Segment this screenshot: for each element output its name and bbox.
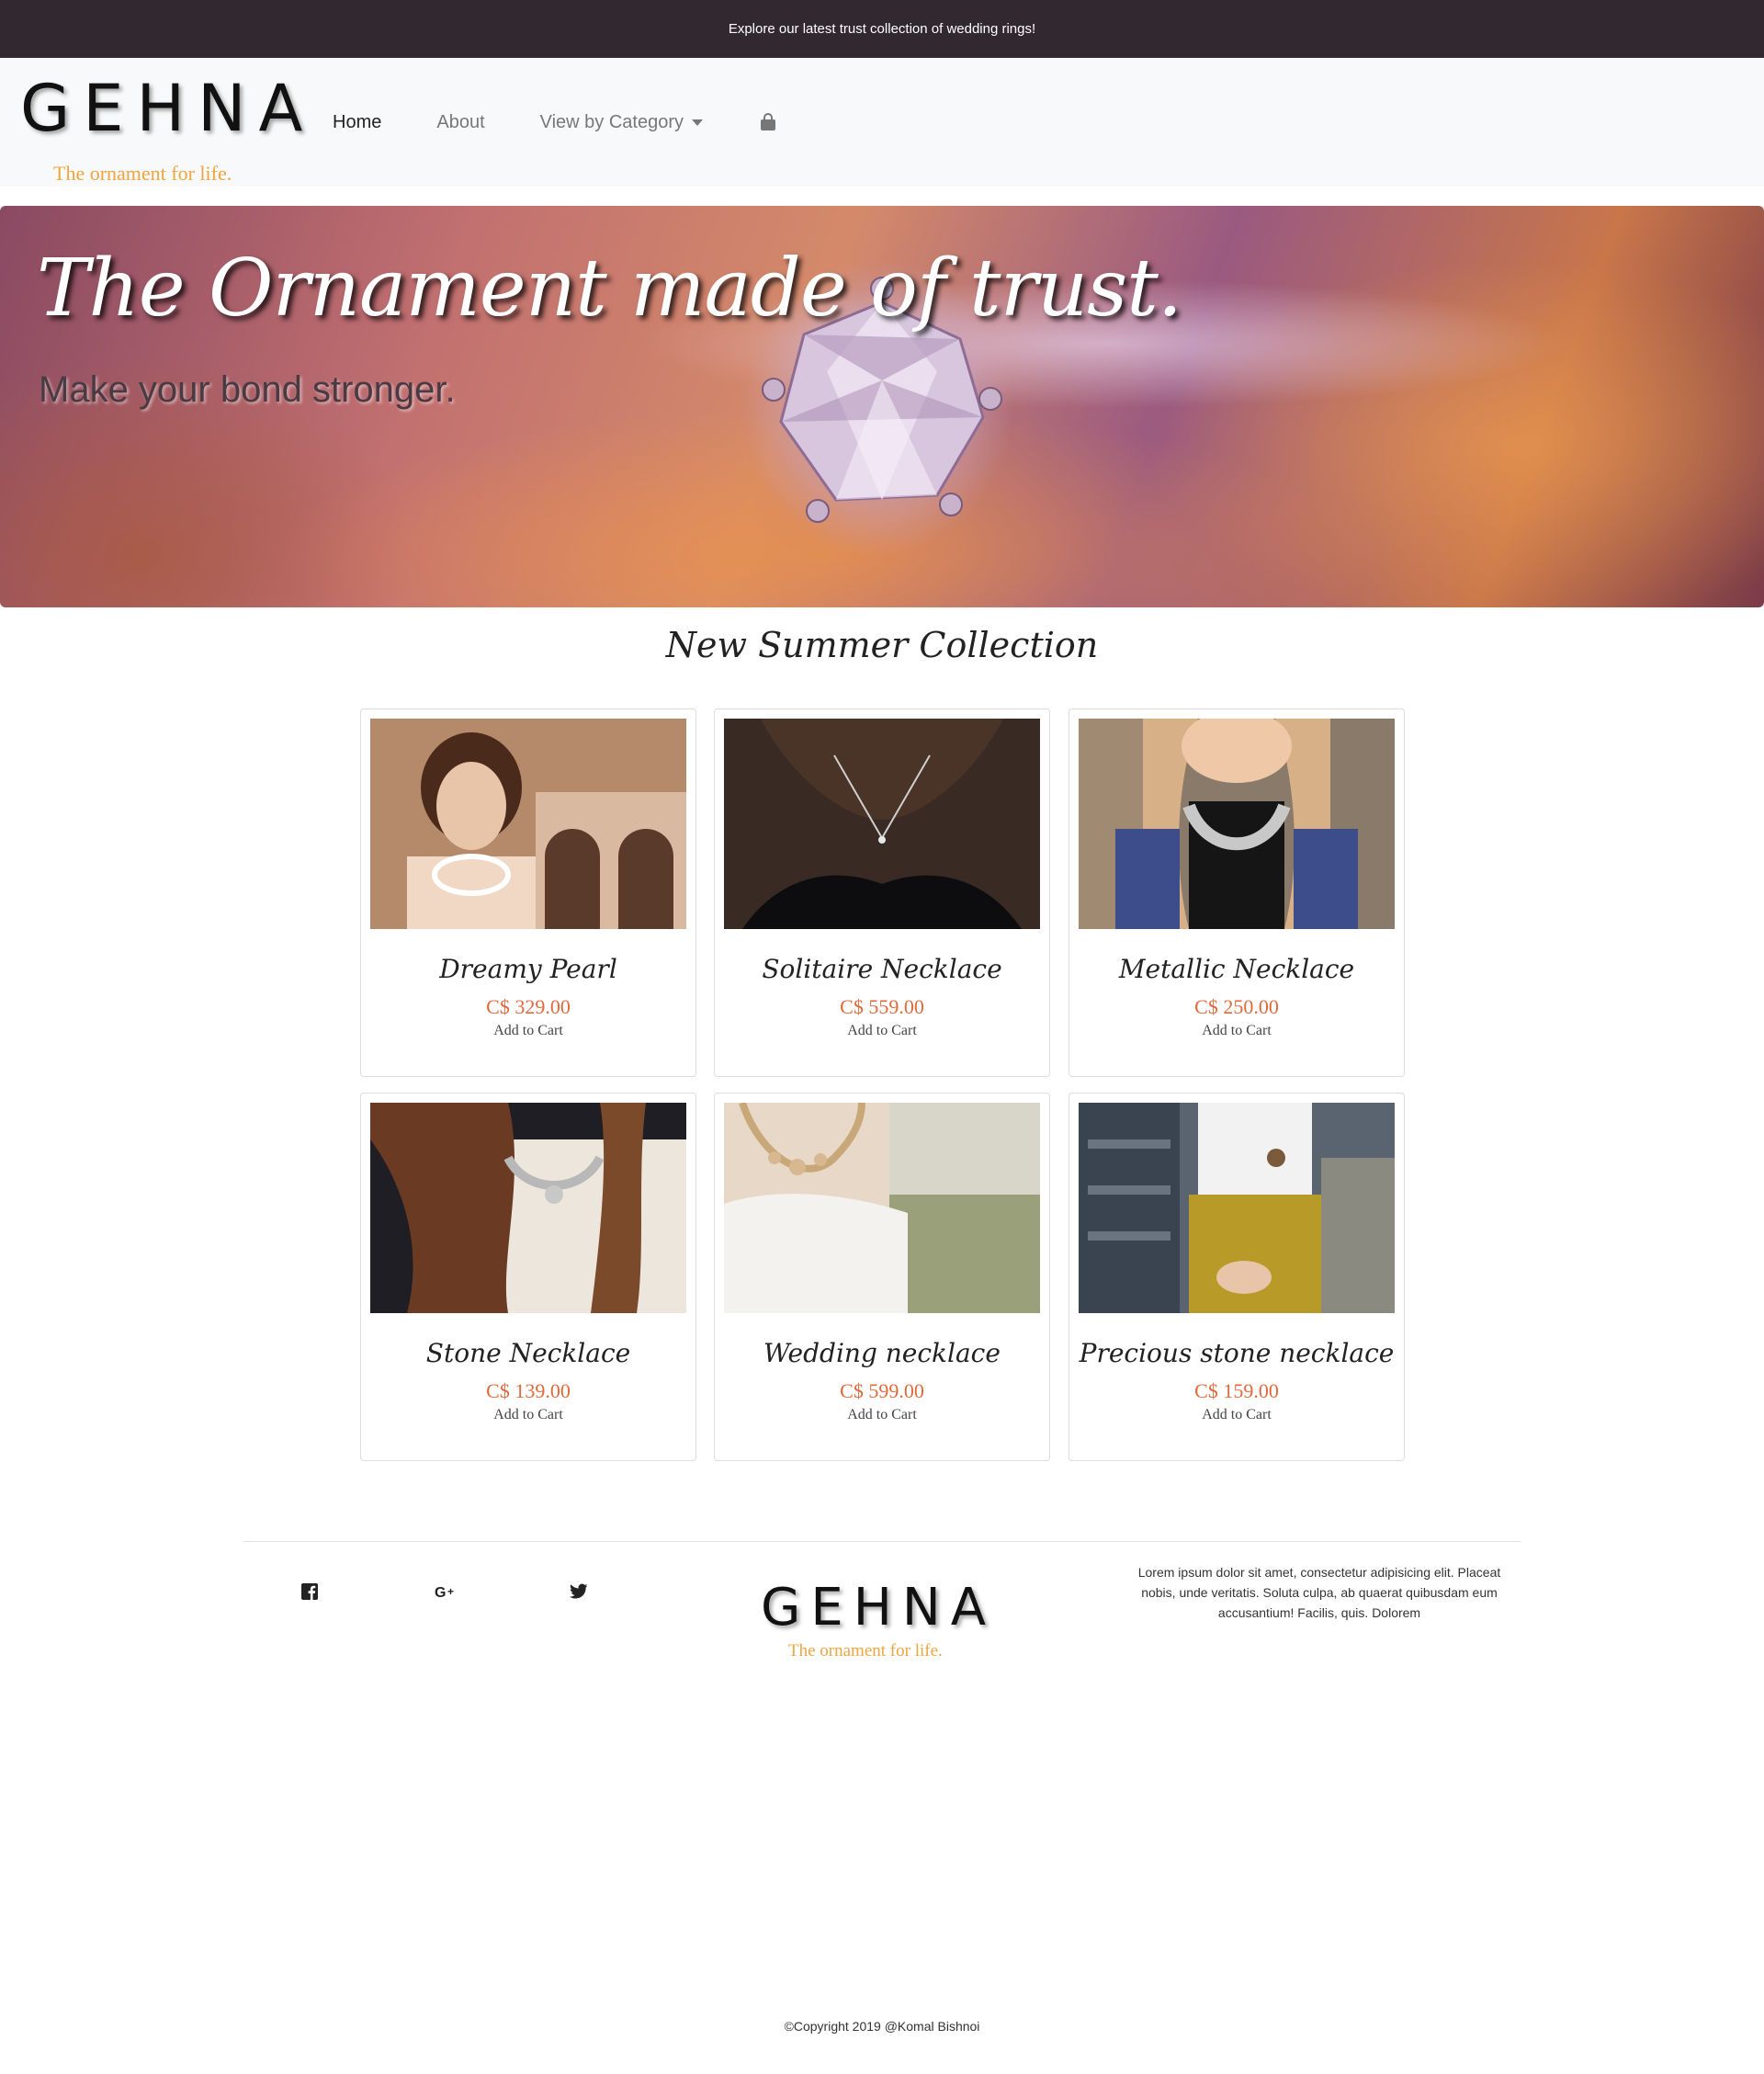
footer-brand-name: GEHNA: [761, 1578, 997, 1638]
product-price: C$ 599.00: [840, 1379, 924, 1402]
product-image[interactable]: [370, 1103, 686, 1313]
product-name[interactable]: Wedding necklace: [715, 1338, 1049, 1368]
svg-text:+: +: [447, 1585, 454, 1598]
product-name[interactable]: Precious stone necklace: [1069, 1338, 1404, 1368]
hero-subtitle: Make your bond stronger.: [39, 369, 456, 410]
product-image[interactable]: [1079, 1103, 1395, 1313]
footer-about-text: Lorem ipsum dolor sit amet, consectetur …: [1137, 1565, 1501, 1620]
shopping-bag-icon[interactable]: [758, 112, 778, 132]
nav-category-label: View by Category: [539, 111, 684, 132]
brand-logo[interactable]: GEHNA The ornament for life.: [20, 76, 305, 185]
navbar: GEHNA The ornament for life. Home About …: [0, 58, 1764, 187]
product-image[interactable]: [724, 1103, 1040, 1313]
nav-about-link[interactable]: About: [436, 112, 484, 133]
brand-tagline: The ornament for life.: [53, 162, 232, 185]
product-image[interactable]: [370, 719, 686, 929]
product-name[interactable]: Dreamy Pearl: [361, 954, 695, 984]
announcement-text: Explore our latest trust collection of w…: [728, 21, 1036, 37]
hero-title: The Ornament made of trust.: [37, 243, 1182, 334]
product-price: C$ 139.00: [486, 1379, 571, 1402]
product-card[interactable]: Dreamy Pearl C$ 329.00 Add to Cart: [360, 708, 696, 1077]
nav-home-link[interactable]: Home: [333, 112, 381, 133]
product-name[interactable]: Solitaire Necklace: [715, 954, 1049, 984]
product-name[interactable]: Stone Necklace: [361, 1338, 695, 1368]
google-plus-icon[interactable]: G +: [434, 1582, 459, 1601]
caret-down-icon: [692, 119, 704, 126]
product-price: C$ 559.00: [840, 995, 924, 1018]
hero-banner: The Ornament made of trust. Make your bo…: [0, 206, 1764, 607]
footer-brand-tagline: The ornament for life.: [788, 1641, 943, 1660]
add-to-cart-button[interactable]: Add to Cart: [361, 1407, 695, 1423]
product-price: C$ 329.00: [486, 995, 571, 1018]
add-to-cart-button[interactable]: Add to Cart: [715, 1407, 1049, 1423]
product-card[interactable]: Wedding necklace C$ 599.00 Add to Cart: [714, 1093, 1050, 1461]
footer-divider: [243, 1541, 1521, 1542]
announcement-bar: Explore our latest trust collection of w…: [0, 0, 1764, 58]
svg-text:G: G: [435, 1585, 446, 1600]
product-card[interactable]: Precious stone necklace C$ 159.00 Add to…: [1069, 1093, 1405, 1461]
twitter-icon[interactable]: [570, 1582, 588, 1601]
product-card[interactable]: Stone Necklace C$ 139.00 Add to Cart: [360, 1093, 696, 1461]
nav-menu: Home About View by Category: [333, 58, 778, 187]
add-to-cart-button[interactable]: Add to Cart: [361, 1023, 695, 1039]
facebook-icon[interactable]: [300, 1582, 319, 1601]
copyright-text: ©Copyright 2019 @Komal Bishnoi: [784, 2019, 980, 2034]
product-price: C$ 159.00: [1194, 1379, 1279, 1402]
product-image[interactable]: [724, 719, 1040, 929]
product-name[interactable]: Metallic Necklace: [1069, 954, 1404, 984]
product-card[interactable]: Metallic Necklace C$ 250.00 Add to Cart: [1069, 708, 1405, 1077]
add-to-cart-button[interactable]: Add to Cart: [1069, 1023, 1404, 1039]
product-image[interactable]: [1079, 719, 1395, 929]
brand-name: GEHNA: [20, 71, 316, 146]
footer-logo[interactable]: GEHNA The ornament for life.: [761, 1582, 1000, 1665]
collection-title: New Summer Collection: [665, 625, 1099, 665]
product-price: C$ 250.00: [1194, 995, 1279, 1018]
product-card[interactable]: Solitaire Necklace C$ 559.00 Add to Cart: [714, 708, 1050, 1077]
add-to-cart-button[interactable]: Add to Cart: [1069, 1407, 1404, 1423]
nav-category-dropdown[interactable]: View by Category: [539, 111, 704, 133]
add-to-cart-button[interactable]: Add to Cart: [715, 1023, 1049, 1039]
